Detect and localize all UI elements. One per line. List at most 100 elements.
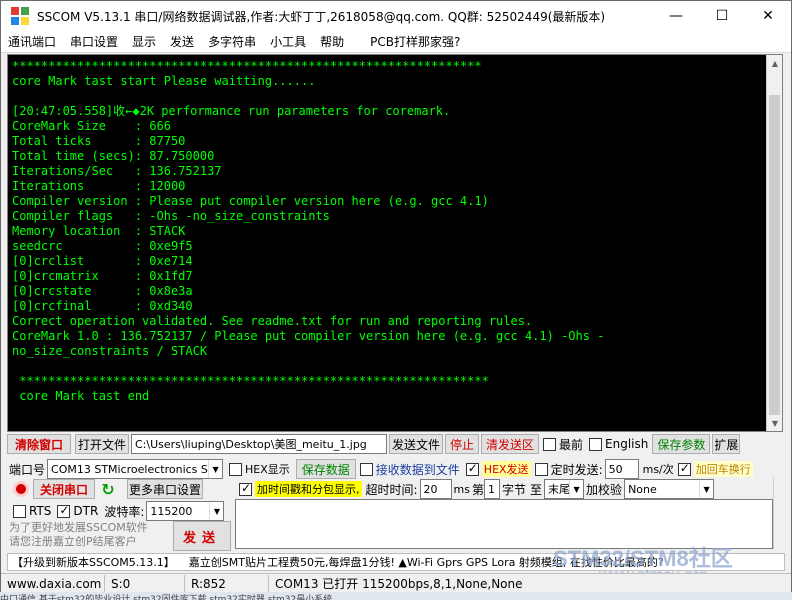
- add-crlf-checkbox[interactable]: 加回车换行: [677, 461, 753, 477]
- menu-serial-settings[interactable]: 串口设置: [63, 33, 125, 50]
- rts-checkbox[interactable]: RTS: [13, 504, 51, 518]
- timestamp-row: 加时间戳和分包显示, 超时时间: 20 ms 第 1 字节 至 末尾 ▼ 加校验…: [239, 479, 715, 499]
- status-bar: www.daxia.com S:0 R:852 COM13 已打开 115200…: [1, 573, 791, 593]
- menu-multi-string[interactable]: 多字符串: [201, 33, 263, 50]
- terminal-line: Total time (secs): 87.750000: [12, 149, 215, 163]
- english-checkbox[interactable]: English: [589, 437, 648, 451]
- port-status-icon: [13, 481, 29, 497]
- expand-button[interactable]: 扩展: [712, 434, 741, 454]
- minimize-button[interactable]: —: [653, 1, 699, 31]
- send-area-scrollbar[interactable]: [773, 477, 791, 549]
- chevron-down-icon: ▼: [209, 502, 223, 520]
- menu-tools[interactable]: 小工具: [263, 33, 313, 50]
- window-controls: — ☐ ✕: [653, 1, 791, 31]
- timeout-unit: ms: [453, 482, 470, 496]
- nth-input[interactable]: 1: [484, 479, 501, 499]
- checkbox-checked-icon: [465, 461, 479, 476]
- menu-display[interactable]: 显示: [125, 33, 163, 50]
- close-port-button[interactable]: 关闭串口: [33, 479, 95, 499]
- close-button[interactable]: ✕: [745, 1, 791, 31]
- status-sent-count: S:0: [105, 574, 185, 593]
- upgrade-link[interactable]: 【升级到新版本SSCOM5.13.1】: [12, 554, 175, 570]
- send-button[interactable]: 发送: [173, 521, 231, 551]
- checksum-label: 加校验: [586, 482, 623, 497]
- terminal-line: [20:47:05.558]收←◆2K performance run para…: [12, 104, 451, 118]
- terminal-line: [0]crcfinal : 0xd340: [12, 299, 193, 313]
- hex-send-checkbox[interactable]: HEX发送: [465, 461, 531, 477]
- save-data-button[interactable]: 保存数据: [295, 459, 356, 479]
- terminal-line: [0]crclist : 0xe714: [12, 254, 193, 268]
- window-title: SSCOM V5.13.1 串口/网络数据调试器,作者:大虾丁丁,2618058…: [37, 9, 606, 24]
- scrollbar-thumb[interactable]: [769, 95, 780, 415]
- recv-to-file-checkbox[interactable]: 接收数据到文件: [359, 461, 460, 478]
- clear-window-button[interactable]: 清除窗口: [7, 434, 71, 454]
- scroll-down-icon[interactable]: ▼: [767, 415, 782, 431]
- checkbox-checked-icon: [677, 461, 691, 476]
- terminal-line: [0]crcstate : 0x8e3a: [12, 284, 193, 298]
- clear-send-button[interactable]: 清发送区: [481, 434, 539, 454]
- app-icon: [11, 7, 29, 25]
- hex-display-checkbox[interactable]: HEX显示: [229, 461, 290, 477]
- send-file-button[interactable]: 发送文件: [389, 434, 443, 454]
- file-path-field[interactable]: C:\Users\liuping\Desktop\美图_meitu_1.jpg: [131, 434, 387, 454]
- terminal-scrollbar[interactable]: ▲ ▼: [766, 55, 782, 431]
- to-label: 至: [530, 482, 543, 497]
- terminal-output: ****************************************…: [12, 59, 764, 404]
- status-port-info: COM13 已打开 115200bps,8,1,None,None: [275, 577, 523, 591]
- dtr-checkbox[interactable]: DTR: [57, 503, 98, 518]
- terminal-line: ****************************************…: [12, 59, 482, 73]
- checkbox-icon: [534, 462, 548, 476]
- terminal-line: [0]crcmatrix : 0x1fd7: [12, 269, 193, 283]
- registration-promo: 为了更好地发展SSCOM软件 请您注册嘉立创P结尾客户: [9, 521, 169, 551]
- port-row: 端口号 COM13 STMicroelectronics S ▼ HEX显示 保…: [9, 459, 753, 479]
- top-most-checkbox[interactable]: 最前: [543, 436, 583, 453]
- terminal-line: Iterations/Sec : 136.752137: [12, 164, 222, 178]
- promo-line-1: 为了更好地发展SSCOM软件: [9, 521, 148, 534]
- status-received-count: R:852: [185, 574, 269, 593]
- receive-terminal[interactable]: ****************************************…: [7, 54, 783, 432]
- baud-select[interactable]: 115200 ▼: [146, 501, 225, 521]
- connection-controls: 关闭串口 ↻ 更多串口设置: [13, 479, 203, 499]
- refresh-icon[interactable]: ↻: [99, 480, 117, 499]
- checkbox-checked-icon: [239, 481, 252, 496]
- checkbox-icon: [229, 462, 243, 476]
- save-params-button[interactable]: 保存参数: [652, 434, 711, 454]
- terminal-line: Total ticks : 87750: [12, 134, 186, 148]
- timestamp-checkbox[interactable]: 加时间戳和分包显示,: [239, 481, 362, 497]
- menu-pcb-ad[interactable]: PCB打样那家强?: [363, 33, 467, 50]
- more-serial-settings-button[interactable]: 更多串口设置: [127, 479, 203, 499]
- terminal-line: core Mark tast end: [12, 389, 150, 403]
- maximize-button[interactable]: ☐: [699, 1, 745, 31]
- menu-comm-port[interactable]: 通讯端口: [1, 33, 63, 50]
- sscom-window: SSCOM V5.13.1 串口/网络数据调试器,作者:大虾丁丁,2618058…: [0, 0, 792, 600]
- terminal-line: no_size_constraints / STACK: [12, 344, 208, 358]
- checksum-select[interactable]: None ▼: [624, 479, 715, 499]
- terminal-line: Iterations : 12000: [12, 179, 186, 193]
- background-taskbar: 中口通信 基于stm32的毕业设计 stm32固件库下载 stm32实时器 st…: [0, 592, 792, 600]
- scroll-up-icon[interactable]: ▲: [767, 55, 782, 71]
- checkbox-icon: [589, 437, 603, 451]
- terminal-line: core Mark tast start Please waitting....…: [12, 74, 316, 88]
- chevron-down-icon: ▼: [569, 480, 583, 498]
- status-site[interactable]: www.daxia.com: [1, 574, 105, 593]
- end-select[interactable]: 末尾 ▼: [544, 479, 585, 499]
- menu-send[interactable]: 发送: [163, 33, 201, 50]
- port-label: 端口号: [9, 462, 46, 477]
- menu-help[interactable]: 帮助: [313, 33, 351, 50]
- checkbox-icon: [359, 462, 373, 476]
- interval-input[interactable]: 50: [604, 459, 639, 479]
- terminal-line: Compiler version : Please put compiler v…: [12, 194, 489, 208]
- promo-line-2: 请您注册嘉立创P结尾客户: [9, 535, 137, 548]
- stop-button[interactable]: 停止: [445, 434, 479, 454]
- port-select[interactable]: COM13 STMicroelectronics S ▼: [47, 459, 224, 479]
- terminal-line: Compiler flags : -Ohs -no_size_constrain…: [12, 209, 330, 223]
- checkbox-checked-icon: [57, 503, 71, 518]
- timeout-label: 超时时间:: [365, 482, 418, 497]
- timed-send-checkbox[interactable]: 定时发送:: [534, 461, 603, 478]
- open-file-button[interactable]: 打开文件: [75, 434, 129, 454]
- file-toolbar: 清除窗口 打开文件 C:\Users\liuping\Desktop\美图_me…: [7, 434, 741, 454]
- rts-dtr-row: RTS DTR 波特率: 115200 ▼: [13, 501, 225, 521]
- timeout-input[interactable]: 20: [419, 479, 452, 499]
- terminal-line: Memory location : STACK: [12, 224, 186, 238]
